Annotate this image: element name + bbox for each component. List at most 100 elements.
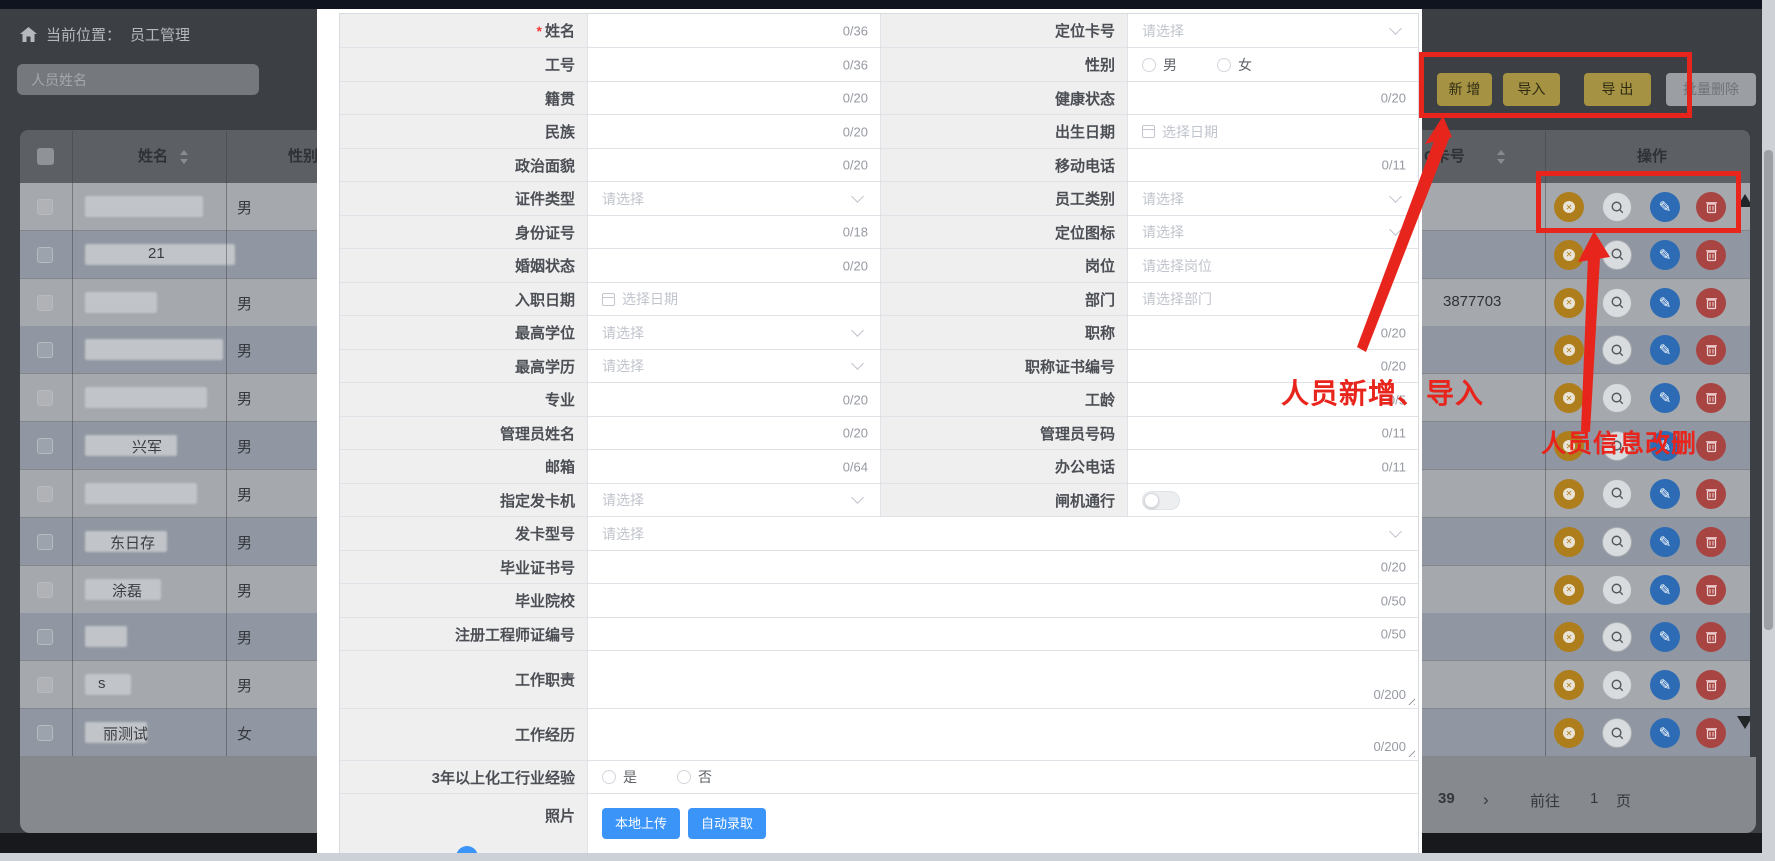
delete-button[interactable] [1696, 670, 1726, 700]
edit-button[interactable]: ✎ [1650, 288, 1680, 318]
edit-button[interactable]: ✎ [1650, 479, 1680, 509]
local-upload-button[interactable]: 本地上传 [602, 808, 680, 839]
text-input[interactable]: 0/36 [588, 14, 881, 47]
edit-button[interactable]: ✎ [1650, 670, 1680, 700]
delete-button[interactable] [1696, 575, 1726, 605]
select-input[interactable]: 请选择 [588, 182, 881, 215]
delete-button[interactable] [1696, 718, 1726, 748]
radio-option[interactable]: 否 [677, 767, 712, 787]
card-button[interactable]: ✕ [1554, 335, 1584, 365]
edit-button[interactable]: ✎ [1650, 718, 1680, 748]
card-button[interactable]: ✕ [1554, 240, 1584, 270]
select-input[interactable]: 请选择 [588, 316, 881, 349]
toggle-cell[interactable] [1128, 484, 1418, 516]
edit-button[interactable]: ✎ [1650, 527, 1680, 557]
card-button[interactable]: ✕ [1554, 383, 1584, 413]
delete-button[interactable] [1696, 383, 1726, 413]
radio-option[interactable]: 是 [602, 767, 637, 787]
view-button[interactable] [1602, 670, 1632, 700]
form-label: 毕业证书号 [340, 551, 588, 583]
scrollbar-thumb[interactable] [1764, 150, 1773, 630]
text-input[interactable]: 0/20 [588, 551, 1418, 583]
text-input[interactable]: 0/20 [1128, 82, 1418, 114]
select-input[interactable]: 请选择 [1128, 14, 1418, 47]
card-button[interactable]: ✕ [1554, 718, 1584, 748]
text-input[interactable]: 0/20 [588, 417, 881, 449]
text-input[interactable]: 0/18 [588, 216, 881, 248]
edit-button[interactable]: ✎ [1650, 383, 1680, 413]
delete-button[interactable] [1696, 431, 1726, 461]
toggle-switch[interactable] [1142, 491, 1180, 510]
select-input[interactable]: 请选择岗位 [1128, 249, 1418, 282]
select-input[interactable]: 请选择 [588, 484, 881, 516]
radio-option[interactable]: 男 [1142, 55, 1177, 75]
view-button[interactable] [1602, 383, 1632, 413]
resize-handle[interactable] [1406, 696, 1415, 705]
textarea-input[interactable]: 0/200 [588, 651, 1418, 708]
card-button[interactable]: ✕ [1554, 622, 1584, 652]
card-button[interactable]: ✕ [1554, 670, 1584, 700]
resize-handle[interactable] [1406, 748, 1415, 757]
text-input[interactable]: 0/20 [588, 149, 881, 181]
select-input[interactable]: 请选择 [1128, 182, 1418, 215]
page-number-last[interactable]: 39 [1438, 790, 1455, 807]
header-name[interactable]: 姓名 [138, 130, 168, 183]
date-input[interactable]: 选择日期 [588, 283, 881, 315]
card-button[interactable]: ✕ [1554, 527, 1584, 557]
select-all-checkbox[interactable] [37, 148, 54, 165]
photo-field[interactable]: 本地上传自动录取 [588, 794, 1418, 861]
goto-page-input[interactable]: 1 [1590, 790, 1598, 807]
card-button[interactable]: ✕ [1554, 288, 1584, 318]
text-input[interactable]: 0/11 [1128, 149, 1418, 181]
card-button[interactable]: ✕ [1554, 575, 1584, 605]
date-input[interactable]: 选择日期 [1128, 115, 1418, 148]
text-input[interactable]: 0/20 [588, 383, 881, 416]
char-counter: 0/200 [1373, 739, 1406, 754]
delete-button[interactable] [1696, 288, 1726, 318]
auto-capture-button[interactable]: 自动录取 [688, 808, 766, 839]
select-input[interactable]: 请选择 [588, 350, 881, 382]
view-button[interactable] [1602, 288, 1632, 318]
text-input[interactable]: 0/36 [588, 48, 881, 81]
edit-button[interactable]: ✎ [1650, 335, 1680, 365]
text-input[interactable]: 0/20 [588, 82, 881, 114]
edit-button[interactable]: ✎ [1650, 240, 1680, 270]
view-button[interactable] [1602, 527, 1632, 557]
select-input[interactable]: 请选择 [1128, 216, 1418, 248]
select-input[interactable]: 请选择部门 [1128, 283, 1418, 315]
textarea-input[interactable]: 0/200 [588, 709, 1418, 760]
edit-button[interactable]: ✎ [1650, 622, 1680, 652]
select-input[interactable]: 请选择 [588, 517, 1418, 550]
delete-button[interactable] [1696, 527, 1726, 557]
view-button[interactable] [1602, 718, 1632, 748]
search-input[interactable] [17, 64, 259, 95]
radio-group[interactable]: 是否 [588, 761, 1418, 793]
view-button[interactable] [1602, 240, 1632, 270]
text-input[interactable]: 0/64 [588, 450, 881, 483]
delete-button[interactable] [1696, 479, 1726, 509]
next-page-button[interactable]: › [1483, 790, 1489, 810]
text-input[interactable]: 0/50 [588, 618, 1418, 650]
view-button[interactable] [1602, 622, 1632, 652]
text-input[interactable]: 0/20 [1128, 316, 1418, 349]
delete-button[interactable] [1696, 622, 1726, 652]
view-button[interactable] [1602, 479, 1632, 509]
view-button[interactable] [1602, 575, 1632, 605]
text-input[interactable]: 0/50 [588, 584, 1418, 617]
radio-group[interactable]: 男女 [1128, 48, 1418, 81]
scroll-down-arrow[interactable] [1737, 716, 1750, 729]
text-input[interactable]: 0/20 [588, 249, 881, 282]
radio-option[interactable]: 女 [1217, 55, 1252, 75]
text-input[interactable]: 0/20 [588, 115, 881, 148]
browser-scrollbar[interactable] [1762, 0, 1775, 861]
card-button[interactable]: ✕ [1554, 479, 1584, 509]
delete-button[interactable] [1696, 335, 1726, 365]
text-input[interactable]: 0/11 [1128, 417, 1418, 449]
edit-button[interactable]: ✎ [1650, 575, 1680, 605]
text-input[interactable]: 0/11 [1128, 450, 1418, 483]
delete-button[interactable] [1696, 240, 1726, 270]
sort-icon[interactable] [180, 150, 188, 164]
header-ic-card[interactable]: C卡号 [1424, 130, 1465, 183]
view-button[interactable] [1602, 335, 1632, 365]
sort-icon[interactable] [1497, 150, 1505, 164]
